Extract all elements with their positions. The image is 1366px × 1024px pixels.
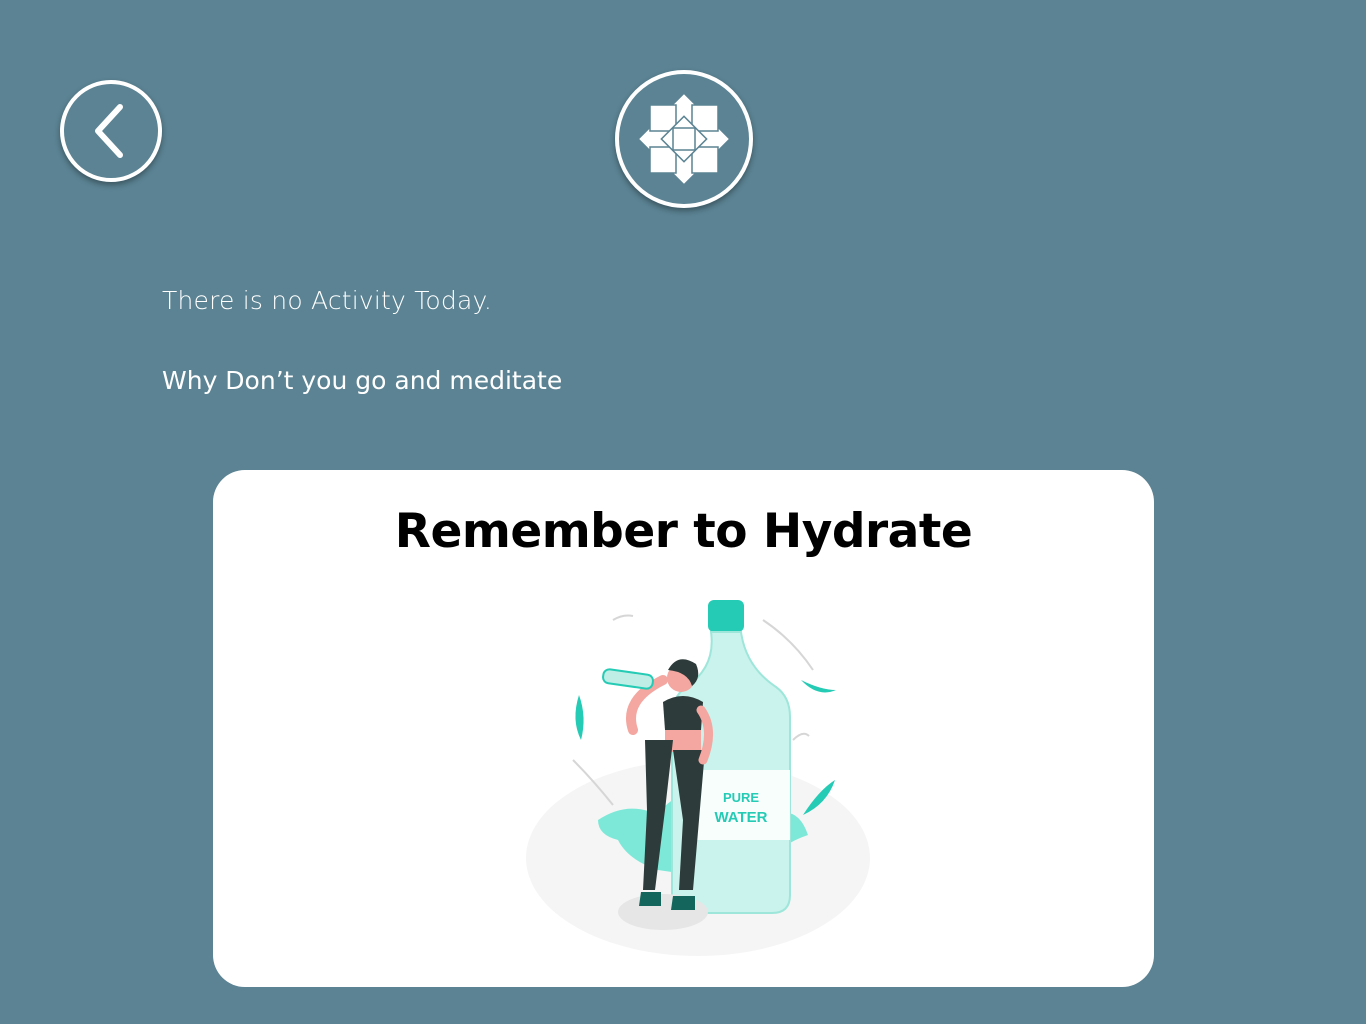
- card-title: Remember to Hydrate: [394, 504, 973, 559]
- drinking-water-illustration: PURE WATER: [526, 600, 870, 956]
- back-button[interactable]: [60, 80, 162, 182]
- app-logo: [615, 70, 753, 208]
- bottle-label-pure: PURE: [723, 790, 759, 805]
- bottle-label-water: WATER: [714, 809, 767, 826]
- hydrate-card: Remember to Hydrate PURE WATER: [213, 470, 1154, 987]
- chevron-left-icon: [95, 104, 123, 158]
- lotus-flower-icon: [639, 94, 729, 184]
- no-activity-message: There is no Activity Today.: [162, 286, 493, 315]
- meditate-suggestion: Why Don’t you go and meditate: [162, 366, 563, 395]
